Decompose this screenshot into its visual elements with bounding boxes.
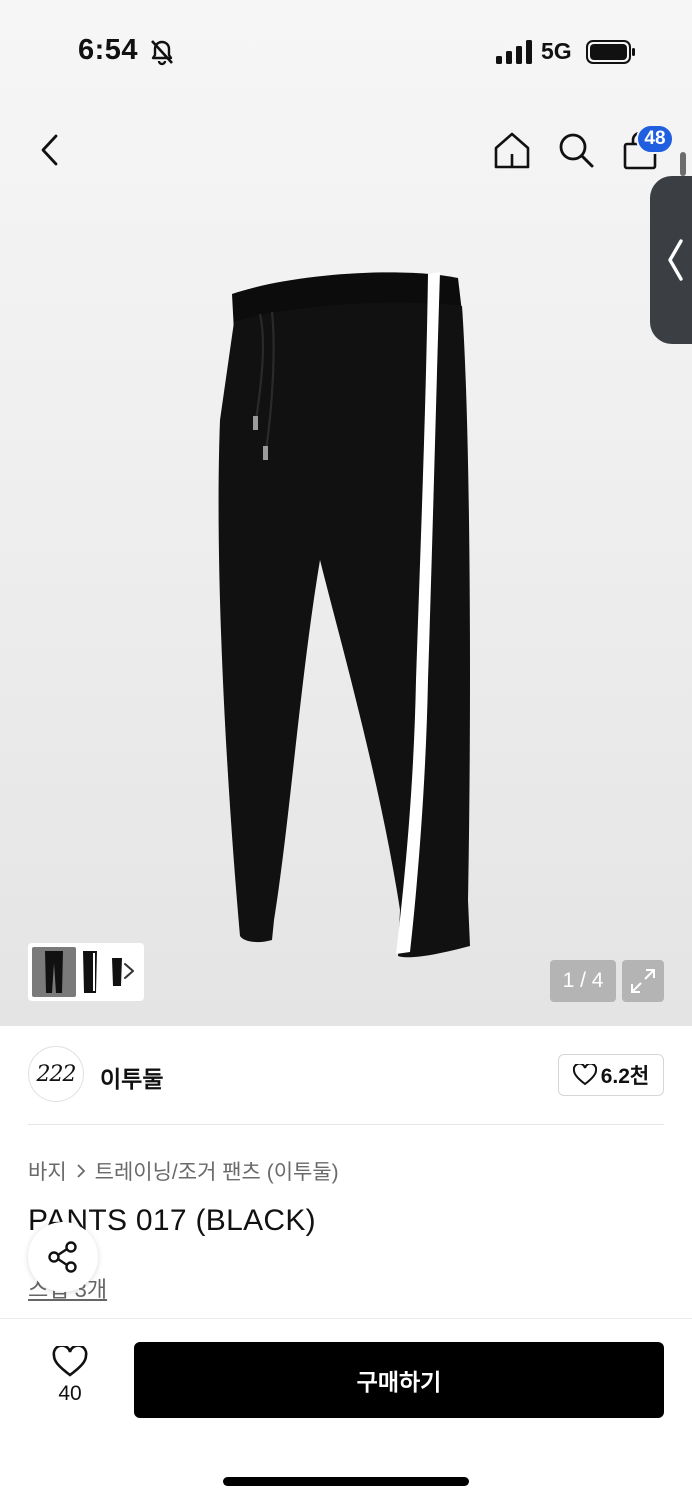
signal-icon — [496, 40, 532, 64]
bell-slash-icon — [151, 40, 173, 66]
wishlist-count: 40 — [58, 1382, 82, 1405]
share-icon — [48, 1241, 77, 1273]
home-button[interactable] — [490, 126, 534, 174]
brand-logo[interactable]: 222 — [28, 1046, 84, 1102]
search-button[interactable] — [554, 126, 598, 174]
network-type: 5G — [541, 38, 572, 64]
image-page-counter: 1 / 4 — [550, 960, 616, 1002]
home-indicator — [223, 1477, 469, 1486]
chevron-right-icon — [77, 1164, 85, 1178]
breadcrumb-subcategory[interactable]: 트레이닝/조거 팬츠 (이투둘) — [95, 1156, 339, 1186]
back-button[interactable] — [28, 126, 72, 174]
share-button[interactable] — [28, 1222, 98, 1292]
wishlist-button[interactable]: 40 — [40, 1346, 100, 1416]
heart-icon — [572, 1064, 597, 1086]
product-detail-screen: 6:54 5G 48 1 / 4 222 이투둘 6.2천 바지 트레이닝/조거… — [0, 0, 692, 1500]
side-panel-tab[interactable] — [650, 176, 692, 344]
brand-logo-text: 222 — [36, 1061, 77, 1087]
product-photo-pants — [218, 272, 470, 958]
chevron-left-icon — [668, 239, 683, 281]
chevron-left-icon — [41, 134, 58, 166]
side-tab-grip — [680, 152, 686, 176]
brand-like-count: 6.2천 — [600, 1065, 650, 1088]
expand-image-button[interactable] — [622, 960, 664, 1002]
thumbnail-strip[interactable] — [28, 943, 144, 1001]
thumbnail-pants-image — [83, 951, 97, 993]
search-icon — [559, 133, 594, 168]
buy-button[interactable]: 구매하기 — [134, 1342, 664, 1418]
breadcrumb: 바지 트레이닝/조거 팬츠 (이투둘) — [28, 1156, 339, 1186]
status-bar: 6:54 5G — [0, 0, 692, 100]
brand-name[interactable]: 이투둘 — [100, 1060, 163, 1094]
thumbnail-2[interactable] — [77, 947, 103, 997]
chevron-right-icon[interactable] — [122, 961, 136, 981]
expand-icon — [631, 969, 655, 993]
cart-count-badge: 48 — [636, 124, 674, 154]
thumbnail-1[interactable] — [32, 947, 76, 997]
heart-icon — [52, 1346, 88, 1377]
divider — [28, 1124, 664, 1125]
brand-like-button[interactable]: 6.2천 — [558, 1054, 664, 1096]
home-icon — [494, 132, 530, 169]
breadcrumb-category[interactable]: 바지 — [28, 1156, 67, 1186]
status-time: 6:54 — [78, 34, 139, 66]
battery-icon — [586, 40, 635, 64]
thumbnail-pants-image — [45, 951, 63, 993]
